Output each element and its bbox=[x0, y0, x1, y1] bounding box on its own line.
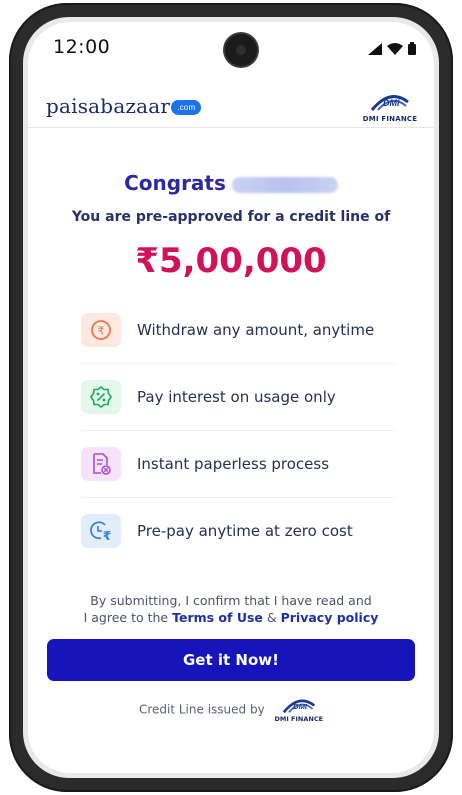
dmi-footer-logo: DMI DMI FINANCE bbox=[274, 697, 324, 723]
feature-item: Pay interest on usage only bbox=[81, 364, 394, 431]
feature-item: Instant paperless process bbox=[81, 431, 394, 498]
status-time: 12:00 bbox=[53, 36, 111, 58]
terms-link[interactable]: Terms of Use bbox=[172, 610, 263, 625]
issuer-footer: Credit Line issued by DMI DMI FINANCE bbox=[28, 697, 434, 723]
app-header: paisabazaar .com DMI DMI FINANCE bbox=[28, 84, 434, 128]
phone-frame: 12:00 paisabazaar .com DMI DMI FINANCE C… bbox=[9, 3, 453, 792]
dmi-logo-icon: DMI bbox=[370, 95, 409, 111]
paperless-document-icon bbox=[81, 447, 121, 481]
clock-rupee-icon: ₹ bbox=[81, 514, 121, 548]
privacy-link[interactable]: Privacy policy bbox=[281, 610, 379, 625]
svg-text:DMI: DMI bbox=[293, 702, 308, 711]
status-bar: 12:00 bbox=[28, 22, 434, 78]
feature-text: Pay interest on usage only bbox=[137, 388, 336, 406]
brand-badge: .com bbox=[171, 100, 202, 115]
disclaimer-and: & bbox=[266, 610, 277, 625]
svg-text:₹: ₹ bbox=[98, 325, 105, 338]
dmi-finance-logo: DMI DMI FINANCE bbox=[362, 92, 418, 123]
blurred-user-name bbox=[231, 176, 338, 193]
dmi-logo-text: DMI FINANCE bbox=[362, 115, 418, 123]
consent-disclaimer: By submitting, I confirm that I have rea… bbox=[28, 592, 434, 626]
feature-item: ₹ Withdraw any amount, anytime bbox=[81, 297, 394, 364]
rupee-icon: ₹ bbox=[81, 313, 121, 347]
dmi-logo-icon: DMI bbox=[282, 699, 315, 714]
feature-item: ₹ Pre-pay anytime at zero cost bbox=[81, 498, 394, 564]
battery-icon bbox=[408, 42, 416, 55]
phone-bezel: 12:00 paisabazaar .com DMI DMI FINANCE C… bbox=[23, 17, 439, 778]
screen: 12:00 paisabazaar .com DMI DMI FINANCE C… bbox=[28, 22, 434, 773]
feature-text: Instant paperless process bbox=[137, 455, 330, 473]
preapproved-text: You are pre-approved for a credit line o… bbox=[71, 209, 391, 225]
feature-list: ₹ Withdraw any amount, anytime Pay inter… bbox=[81, 297, 394, 564]
svg-text:₹: ₹ bbox=[103, 529, 111, 543]
disclaimer-line1: By submitting, I confirm that I have rea… bbox=[90, 593, 372, 608]
signal-icon bbox=[368, 42, 382, 55]
wifi-icon bbox=[387, 42, 403, 55]
svg-text:DMI: DMI bbox=[383, 98, 400, 108]
issued-by-text: Credit Line issued by bbox=[138, 702, 265, 717]
brand-name: paisabazaar bbox=[46, 94, 171, 118]
disclaimer-line2: I agree to the Terms of Use & Privacy po… bbox=[28, 609, 434, 626]
feature-text: Withdraw any amount, anytime bbox=[137, 321, 375, 339]
percent-badge-icon bbox=[81, 380, 121, 414]
credit-amount: ₹5,00,000 bbox=[135, 241, 327, 281]
front-camera bbox=[225, 34, 257, 66]
paisabazaar-logo[interactable]: paisabazaar .com bbox=[46, 94, 202, 118]
status-icons bbox=[368, 42, 416, 55]
disclaimer-prefix: I agree to the bbox=[83, 610, 169, 625]
feature-text: Pre-pay anytime at zero cost bbox=[137, 522, 353, 540]
congrats-text: Congrats bbox=[124, 171, 226, 195]
dmi-footer-text: DMI FINANCE bbox=[274, 715, 324, 723]
congrats-heading: Congrats bbox=[28, 171, 434, 195]
get-it-now-button[interactable]: Get it Now! bbox=[47, 639, 415, 681]
